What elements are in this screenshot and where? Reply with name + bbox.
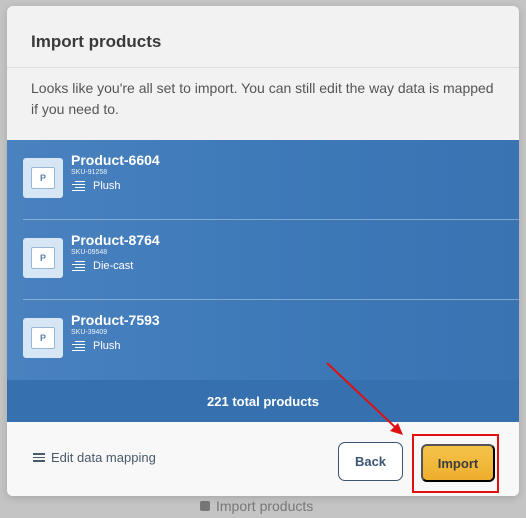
box-icon: P xyxy=(31,327,55,349)
product-category: Die-cast xyxy=(71,260,160,272)
product-thumbnail: P xyxy=(23,158,63,198)
list-icon xyxy=(71,341,85,351)
list-icon xyxy=(71,261,85,271)
product-sku: SKU-09548 xyxy=(71,249,108,256)
box-icon: P xyxy=(31,247,55,269)
product-name: Product-7593 xyxy=(71,312,160,328)
product-row: P Product-8764 SKU-09548 Die-cast xyxy=(7,220,519,300)
total-products: 221 total products xyxy=(7,380,519,422)
product-thumbnail: P xyxy=(23,238,63,278)
product-category-label: Die-cast xyxy=(93,260,134,272)
product-preview-panel: P Product-6604 SKU-91258 Plush P Product… xyxy=(7,140,519,422)
edit-data-mapping-link[interactable]: Edit data mapping xyxy=(33,450,156,465)
import-modal: Import products Looks like you're all se… xyxy=(7,6,519,496)
edit-data-mapping-label: Edit data mapping xyxy=(51,450,156,465)
box-icon: P xyxy=(31,167,55,189)
product-name: Product-6604 xyxy=(71,152,160,168)
product-row: P Product-6604 SKU-91258 Plush xyxy=(7,140,519,220)
background-import-products: Import products xyxy=(200,496,313,516)
product-category-label: Plush xyxy=(93,340,121,352)
product-sku: SKU-91258 xyxy=(71,169,108,176)
annotation-highlight-box xyxy=(412,434,499,493)
modal-title: Import products xyxy=(31,32,162,51)
mapping-icon xyxy=(33,453,45,462)
product-category: Plush xyxy=(71,340,160,352)
product-sku: SKU-39409 xyxy=(71,329,108,336)
background-label: Import products xyxy=(216,498,314,514)
product-row: P Product-7593 SKU-39409 Plush xyxy=(7,300,519,380)
product-thumbnail: P xyxy=(23,318,63,358)
product-category: Plush xyxy=(71,180,160,192)
product-category-label: Plush xyxy=(93,180,121,192)
list-icon xyxy=(71,181,85,191)
modal-description: Looks like you're all set to import. You… xyxy=(31,80,494,117)
modal-header: Import products xyxy=(7,6,519,68)
product-name: Product-8764 xyxy=(71,232,160,248)
back-button[interactable]: Back xyxy=(338,442,403,481)
import-icon xyxy=(200,501,210,511)
